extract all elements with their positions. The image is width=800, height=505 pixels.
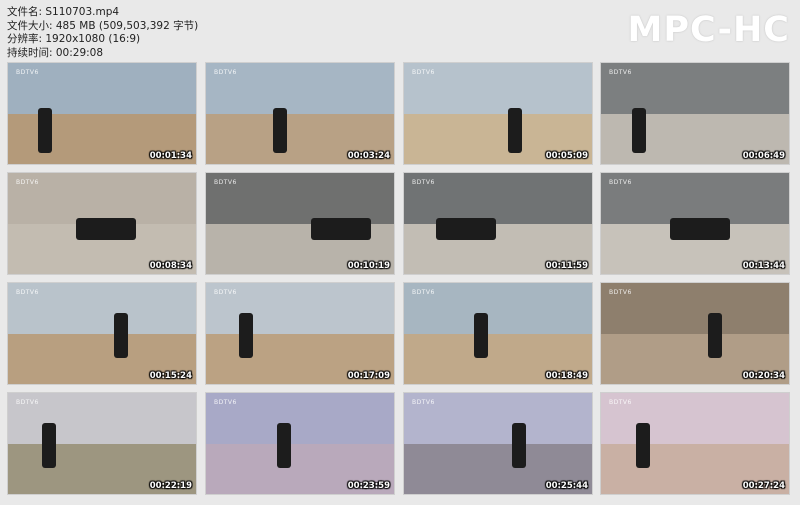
figure-shape: [76, 218, 136, 240]
thumbnail-watermark: BDTV6: [609, 179, 632, 186]
video-thumbnail: BDTV6 00:10:19: [205, 172, 395, 275]
figure-shape: [239, 313, 253, 358]
thumbnail-timestamp: 00:22:19: [149, 481, 192, 491]
thumbnail-timestamp: 00:18:49: [545, 371, 588, 381]
thumbnail-timestamp: 00:23:59: [347, 481, 390, 491]
video-thumbnail: BDTV6 00:22:19: [7, 392, 197, 495]
thumbnail-watermark: BDTV6: [609, 399, 632, 406]
video-thumbnail: BDTV6 00:23:59: [205, 392, 395, 495]
thumbnail-watermark: BDTV6: [609, 289, 632, 296]
video-thumbnail: BDTV6 00:08:34: [7, 172, 197, 275]
thumbnail-timestamp: 00:01:34: [149, 151, 192, 161]
figure-shape: [277, 423, 291, 468]
video-thumbnail: BDTV6 00:05:09: [403, 62, 593, 165]
figure-shape: [636, 423, 650, 468]
figure-shape: [474, 313, 488, 358]
video-thumbnail: BDTV6 00:20:34: [600, 282, 790, 385]
figure-shape: [708, 313, 722, 358]
thumbnail-watermark: BDTV6: [214, 69, 237, 76]
thumbnail-timestamp: 00:13:44: [742, 261, 785, 271]
video-thumbnail: BDTV6 00:13:44: [600, 172, 790, 275]
thumbnail-watermark: BDTV6: [214, 179, 237, 186]
thumbnail-timestamp: 00:20:34: [742, 371, 785, 381]
figure-shape: [114, 313, 128, 358]
thumbnail-watermark: BDTV6: [16, 179, 39, 186]
video-thumbnail: BDTV6 00:27:24: [600, 392, 790, 495]
figure-shape: [512, 423, 526, 468]
thumbnail-watermark: BDTV6: [609, 69, 632, 76]
thumbnail-watermark: BDTV6: [16, 399, 39, 406]
thumbnail-timestamp: 00:08:34: [149, 261, 192, 271]
thumbnail-timestamp: 00:15:24: [149, 371, 192, 381]
video-thumbnail: BDTV6 00:03:24: [205, 62, 395, 165]
thumbnail-watermark: BDTV6: [412, 399, 435, 406]
figure-shape: [311, 218, 371, 240]
video-thumbnail: BDTV6 00:06:49: [600, 62, 790, 165]
figure-shape: [436, 218, 496, 240]
video-thumbnail: BDTV6 00:11:59: [403, 172, 593, 275]
figure-shape: [508, 108, 522, 153]
thumbnail-watermark: BDTV6: [214, 399, 237, 406]
figure-shape: [273, 108, 287, 153]
thumbnail-grid: BDTV6 00:01:34 BDTV6 00:03:24 BDTV6 00:05:09 B…: [0, 0, 800, 505]
thumbnail-timestamp: 00:27:24: [742, 481, 785, 491]
thumbnail-timestamp: 00:17:09: [347, 371, 390, 381]
thumbnail-watermark: BDTV6: [16, 289, 39, 296]
thumbnail-timestamp: 00:05:09: [545, 151, 588, 161]
figure-shape: [38, 108, 52, 153]
video-thumbnail: BDTV6 00:17:09: [205, 282, 395, 385]
figure-shape: [632, 108, 646, 153]
thumbnail-timestamp: 00:10:19: [347, 261, 390, 271]
thumbnail-timestamp: 00:25:44: [545, 481, 588, 491]
video-thumbnail: BDTV6 00:15:24: [7, 282, 197, 385]
thumbnail-timestamp: 00:11:59: [545, 261, 588, 271]
thumbnail-timestamp: 00:06:49: [742, 151, 785, 161]
video-thumbnail: BDTV6 00:01:34: [7, 62, 197, 165]
thumbnail-watermark: BDTV6: [214, 289, 237, 296]
figure-shape: [42, 423, 56, 468]
thumbnail-watermark: BDTV6: [412, 179, 435, 186]
thumbnail-watermark: BDTV6: [412, 69, 435, 76]
figure-shape: [670, 218, 730, 240]
video-thumbnail: BDTV6 00:18:49: [403, 282, 593, 385]
video-thumbnail: BDTV6 00:25:44: [403, 392, 593, 495]
thumbnail-timestamp: 00:03:24: [347, 151, 390, 161]
thumbnail-watermark: BDTV6: [16, 69, 39, 76]
thumbnail-watermark: BDTV6: [412, 289, 435, 296]
